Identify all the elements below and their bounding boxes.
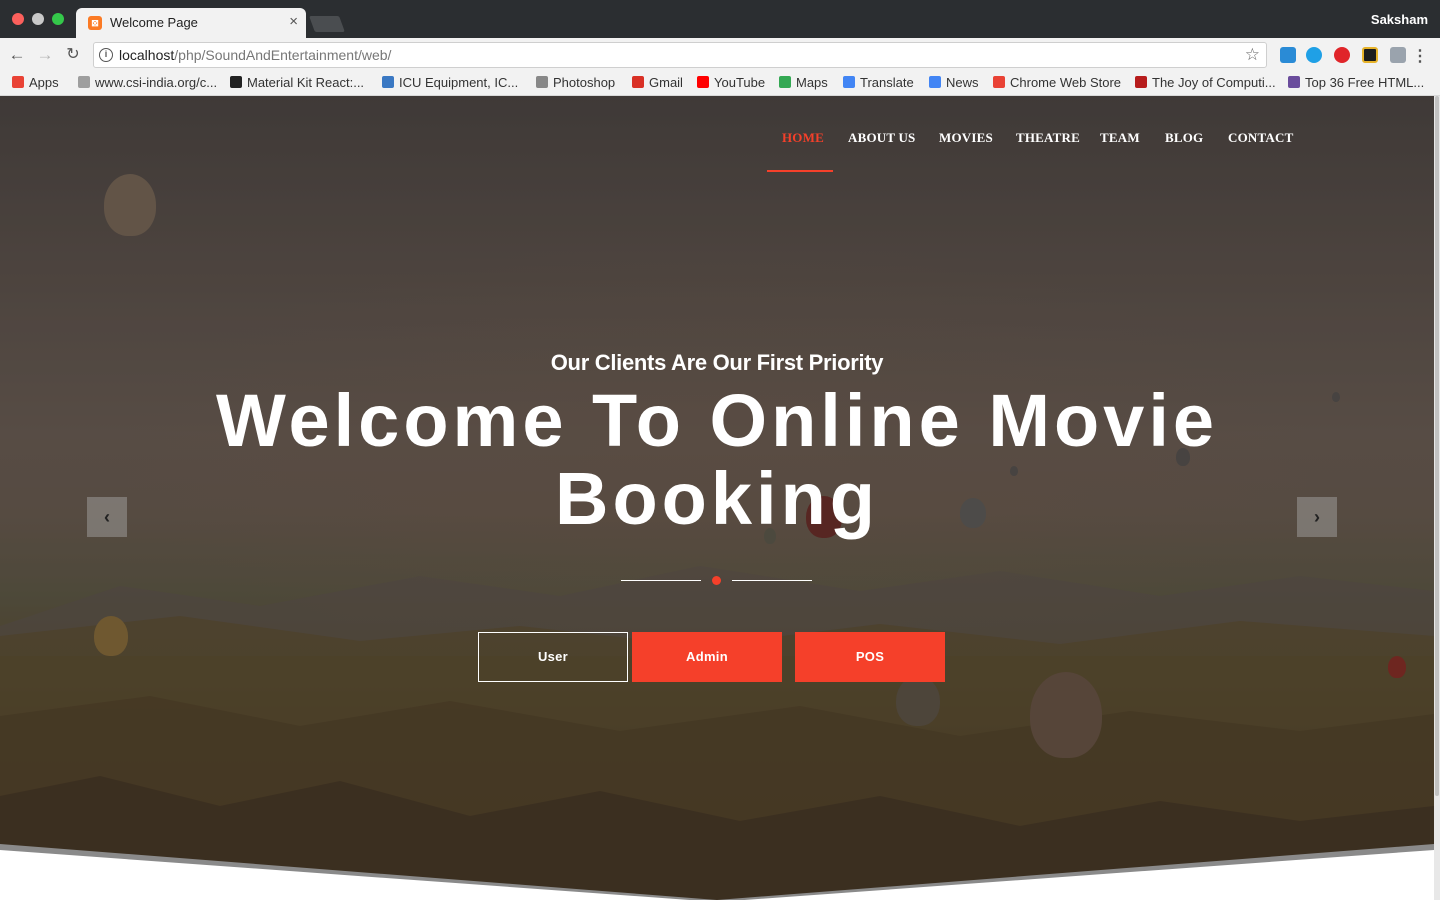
bookmark-favicon-icon (1135, 76, 1147, 88)
url-host: localhost (119, 47, 175, 63)
bookmark-label: Top 36 Free HTML... (1305, 75, 1425, 90)
nav-blog[interactable]: BLOG (1165, 130, 1203, 146)
bookmark-label: Chrome Web Store (1010, 75, 1122, 90)
xampp-favicon-icon: ⊠ (88, 16, 102, 30)
url-text[interactable]: localhost/php/SoundAndEntertainment/web/ (119, 47, 391, 63)
bookmark-favicon-icon (843, 76, 855, 88)
close-tab-icon[interactable]: × (289, 13, 298, 30)
browser-tab[interactable]: ⊠ Welcome Page × (76, 8, 306, 38)
bookmark-item[interactable]: Apps (12, 75, 59, 90)
address-bar[interactable]: i localhost/php/SoundAndEntertainment/we… (93, 42, 1267, 68)
bookmark-star-icon[interactable]: ☆ (1245, 45, 1260, 65)
nav-movies[interactable]: MOVIES (939, 130, 993, 146)
bookmark-favicon-icon (78, 76, 90, 88)
extension-s-icon[interactable] (1390, 47, 1406, 63)
nav-about-us[interactable]: ABOUT US (848, 130, 915, 146)
pos-button[interactable]: POS (795, 632, 945, 682)
bookmark-favicon-icon (230, 76, 242, 88)
carousel-prev-button[interactable]: ‹ (87, 497, 127, 537)
bookmark-item[interactable]: News (929, 75, 979, 90)
bookmark-label: YouTube (714, 75, 766, 90)
bookmark-favicon-icon (382, 76, 394, 88)
bookmark-label: Translate (860, 75, 914, 90)
bookmark-label: ICU Equipment, IC... (399, 75, 519, 90)
bookmark-label: Gmail (649, 75, 683, 90)
hero-headline: Welcome To Online Movie Booking (0, 382, 1434, 538)
minimize-window-button[interactable] (32, 13, 44, 25)
bookmark-label: Photoshop (553, 75, 616, 90)
bookmark-favicon-icon (536, 76, 548, 88)
nav-home[interactable]: HOME (782, 130, 824, 146)
nav-team[interactable]: TEAM (1100, 130, 1140, 146)
bookmark-item[interactable]: Translate (843, 75, 914, 90)
nav-theatre[interactable]: THEATRE (1016, 130, 1080, 146)
bookmark-item[interactable]: Chrome Web Store (993, 75, 1121, 90)
bookmark-favicon-icon (632, 76, 644, 88)
bookmark-item[interactable]: The Joy of Computi... (1135, 75, 1276, 90)
bookmarks-bar: Apps www.csi-india.org/c... Material Kit R… (0, 72, 1440, 96)
bookmark-label: Material Kit React:... (247, 75, 365, 90)
close-window-button[interactable] (12, 13, 24, 25)
browser-toolbar: ← → ↻ i localhost/php/SoundAndEntertainm… (0, 38, 1440, 72)
scrollbar-thumb[interactable] (1435, 96, 1439, 796)
admin-button[interactable]: Admin (632, 632, 782, 682)
bookmark-favicon-icon (1288, 76, 1300, 88)
bookmark-label: Apps (29, 75, 59, 90)
forward-arrow-icon[interactable]: → (34, 44, 56, 66)
url-path: /php/SoundAndEntertainment/web/ (174, 47, 392, 63)
nav-contact[interactable]: CONTACT (1228, 130, 1293, 146)
headline-line-1: Welcome To Online Movie (215, 379, 1219, 462)
info-icon[interactable]: i (99, 48, 113, 62)
profile-name[interactable]: Saksham (1371, 12, 1428, 27)
extension-save-icon[interactable] (1280, 47, 1296, 63)
divider-line-right (732, 580, 812, 581)
reload-icon[interactable]: ↻ (62, 44, 84, 66)
bookmark-item[interactable]: www.csi-india.org/c... (78, 75, 217, 90)
browser-titlebar: ⊠ Welcome Page × Saksham (0, 0, 1440, 38)
headline-line-2: Booking (555, 457, 879, 540)
new-tab-button[interactable] (309, 16, 345, 32)
bookmark-favicon-icon (697, 76, 709, 88)
bookmark-item[interactable]: ICU Equipment, IC... (382, 75, 518, 90)
bookmark-item[interactable]: Material Kit React:... (230, 75, 364, 90)
bookmark-favicon-icon (12, 76, 24, 88)
page-scrollbar[interactable] (1434, 96, 1440, 900)
divider-dot (712, 576, 721, 585)
carousel-next-button[interactable]: › (1297, 497, 1337, 537)
bookmark-favicon-icon (929, 76, 941, 88)
bookmark-favicon-icon (993, 76, 1005, 88)
extension-opera-icon[interactable] (1334, 47, 1350, 63)
back-arrow-icon[interactable]: ← (6, 44, 28, 66)
browser-menu-icon[interactable]: ⋮ (1412, 46, 1428, 66)
maximize-window-button[interactable] (52, 13, 64, 25)
bookmark-label: The Joy of Computi... (1152, 75, 1276, 90)
extension-globe-icon[interactable] (1306, 47, 1322, 63)
bookmark-favicon-icon (779, 76, 791, 88)
bookmark-label: Maps (796, 75, 828, 90)
hero-bottom-wave (0, 844, 1434, 900)
extension-mail-icon[interactable] (1362, 47, 1378, 63)
bookmark-item[interactable]: Gmail (632, 75, 683, 90)
bookmark-label: News (946, 75, 979, 90)
bookmark-label: www.csi-india.org/c... (95, 75, 218, 90)
user-button[interactable]: User (478, 632, 628, 682)
bookmark-item[interactable]: Top 36 Free HTML... (1288, 75, 1424, 90)
bookmark-item[interactable]: Photoshop (536, 75, 615, 90)
bookmark-item[interactable]: Maps (779, 75, 828, 90)
hero-subheadline: Our Clients Are Our First Priority (550, 350, 884, 375)
active-nav-indicator (767, 170, 833, 172)
divider-line-left (621, 580, 701, 581)
tab-title: Welcome Page (110, 15, 198, 30)
bookmark-item[interactable]: YouTube (697, 75, 765, 90)
